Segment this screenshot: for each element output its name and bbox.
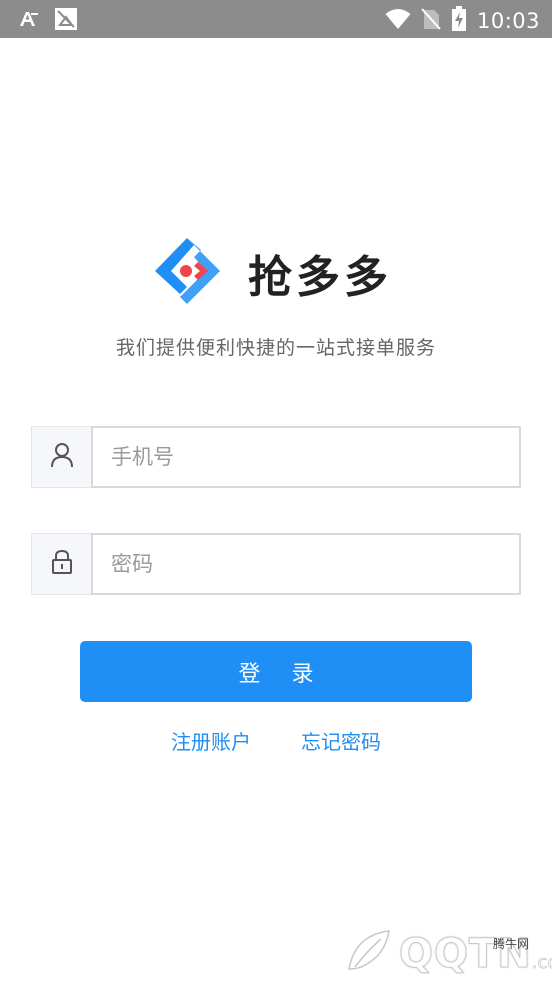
status-bar-right: 10:03 bbox=[385, 6, 540, 36]
register-link[interactable]: 注册账户 bbox=[171, 726, 251, 755]
password-field-icon-box bbox=[31, 533, 91, 595]
password-input[interactable] bbox=[91, 533, 521, 595]
brand-header: 抢多多 bbox=[152, 236, 392, 310]
status-bar-left bbox=[18, 7, 78, 35]
watermark-leaf-icon bbox=[345, 925, 399, 981]
status-bar: 10:03 bbox=[0, 0, 552, 38]
forgot-password-link[interactable]: 忘记密码 bbox=[301, 726, 381, 755]
battery-charging-icon bbox=[451, 6, 467, 36]
auth-links: 注册账户 忘记密码 bbox=[0, 726, 552, 755]
app-logo-icon bbox=[152, 236, 222, 310]
status-time: 10:03 bbox=[476, 9, 540, 33]
no-sim-icon bbox=[421, 7, 441, 35]
watermark-label: 腾牛网 bbox=[493, 937, 530, 951]
image-notification-icon bbox=[54, 7, 78, 35]
phone-input[interactable] bbox=[91, 426, 521, 488]
watermark: QQTN .com 腾牛网 bbox=[345, 925, 552, 981]
wifi-icon bbox=[385, 8, 411, 34]
login-button[interactable]: 登 录 bbox=[80, 641, 472, 702]
user-icon bbox=[50, 442, 74, 472]
font-a-icon bbox=[18, 9, 40, 33]
phone-field bbox=[31, 426, 521, 488]
app-title: 抢多多 bbox=[248, 252, 392, 303]
password-field bbox=[31, 533, 521, 595]
lock-icon bbox=[51, 549, 73, 579]
phone-field-icon-box bbox=[31, 426, 91, 488]
tagline: 我们提供便利快捷的一站式接单服务 bbox=[115, 337, 436, 359]
watermark-suffix: .com bbox=[531, 951, 552, 973]
